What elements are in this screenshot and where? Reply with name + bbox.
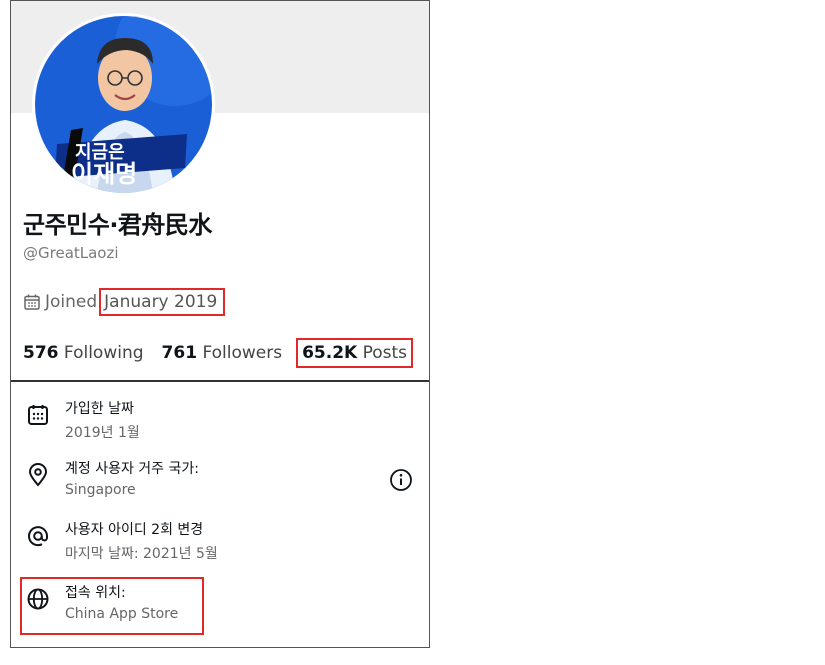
about-joined-row: 가입한 날짜 2019년 1월 <box>23 398 140 442</box>
about-username-title: 사용자 아이디 2회 변경 <box>65 522 204 538</box>
joined-row: Joined January 2019 <box>23 288 226 316</box>
following-count: 576 <box>23 343 59 363</box>
about-joined-title: 가입한 날짜 <box>65 401 134 417</box>
about-country-value: Singapore <box>65 482 136 498</box>
posts-stat-highlight: 65.2K Posts <box>296 338 414 368</box>
globe-icon <box>27 588 49 610</box>
section-divider <box>11 380 429 382</box>
joined-prefix: Joined <box>45 292 98 312</box>
about-username-row: 사용자 아이디 2회 변경 마지막 날짜: 2021년 5월 <box>23 519 218 563</box>
avatar[interactable]: 지금은 이재명 <box>32 13 215 196</box>
followers-count: 761 <box>161 343 198 363</box>
about-country-title: 계정 사용자 거주 국가: <box>65 461 199 477</box>
profile-stats: 576 Following 761 Followers 65.2K Posts <box>23 334 429 372</box>
profile-handle: @GreatLaozi <box>23 244 119 262</box>
profile-card: 지금은 이재명 군주민수·君舟民水 @GreatLaozi Joined Jan… <box>10 0 430 648</box>
calendar-icon <box>28 405 48 425</box>
calendar-icon <box>24 294 40 310</box>
following-stat[interactable]: 576 Following <box>23 343 144 363</box>
avatar-image: 지금은 이재명 <box>35 16 212 193</box>
location-pin-icon <box>28 463 48 487</box>
about-joined-value: 2019년 1월 <box>65 425 140 441</box>
followers-label: Followers <box>202 343 283 363</box>
at-sign-icon <box>28 526 48 547</box>
followers-stat[interactable]: 761 Followers <box>162 343 283 363</box>
about-country-row: 계정 사용자 거주 국가: Singapore <box>23 458 199 498</box>
posts-count: 65.2K <box>302 343 358 363</box>
info-icon[interactable] <box>389 468 413 492</box>
posts-label: Posts <box>362 343 408 363</box>
about-connected-value: China App Store <box>65 606 179 622</box>
about-username-value: 마지막 날짜: 2021년 5월 <box>65 546 218 562</box>
avatar-text-line2: 이재명 <box>71 160 137 188</box>
about-connected-row: 접속 위치: China App Store <box>23 582 178 622</box>
following-label: Following <box>63 343 144 363</box>
about-connected-title: 접속 위치: <box>65 585 126 601</box>
profile-name: 군주민수·君舟民水 <box>23 211 212 239</box>
joined-date-highlight: January 2019 <box>99 288 226 316</box>
